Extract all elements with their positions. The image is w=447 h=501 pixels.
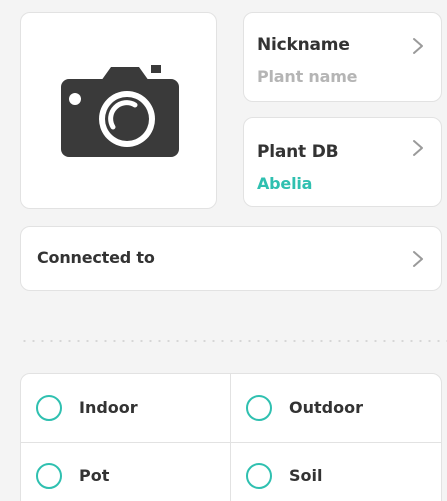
option-indoor[interactable]: Indoor (20, 373, 231, 443)
plant-db-label: Plant DB (257, 142, 339, 162)
camera-icon (61, 65, 179, 157)
plant-photo-button[interactable] (20, 12, 217, 209)
connected-to-label: Connected to (37, 248, 155, 267)
option-soil-label: Soil (289, 466, 323, 485)
option-pot-label: Pot (79, 466, 110, 485)
plant-db-row[interactable]: Plant DB Abelia (243, 117, 442, 207)
radio-outdoor[interactable] (246, 395, 272, 421)
option-pot[interactable]: Pot (20, 442, 231, 501)
dotted-divider (20, 340, 447, 342)
connected-to-row[interactable]: Connected to (20, 226, 442, 291)
option-outdoor-label: Outdoor (289, 398, 363, 417)
radio-indoor[interactable] (36, 395, 62, 421)
option-soil[interactable]: Soil (230, 442, 442, 501)
nickname-label: Nickname (257, 35, 350, 55)
radio-pot[interactable] (36, 463, 62, 489)
option-indoor-label: Indoor (79, 398, 138, 417)
chevron-right-icon (413, 38, 423, 54)
radio-soil[interactable] (246, 463, 272, 489)
nickname-row[interactable]: Nickname Plant name (243, 12, 442, 102)
chevron-right-icon (413, 251, 423, 267)
plant-db-value: Abelia (257, 174, 313, 193)
chevron-right-icon (413, 140, 423, 156)
option-outdoor[interactable]: Outdoor (230, 373, 442, 443)
nickname-placeholder: Plant name (257, 67, 358, 86)
